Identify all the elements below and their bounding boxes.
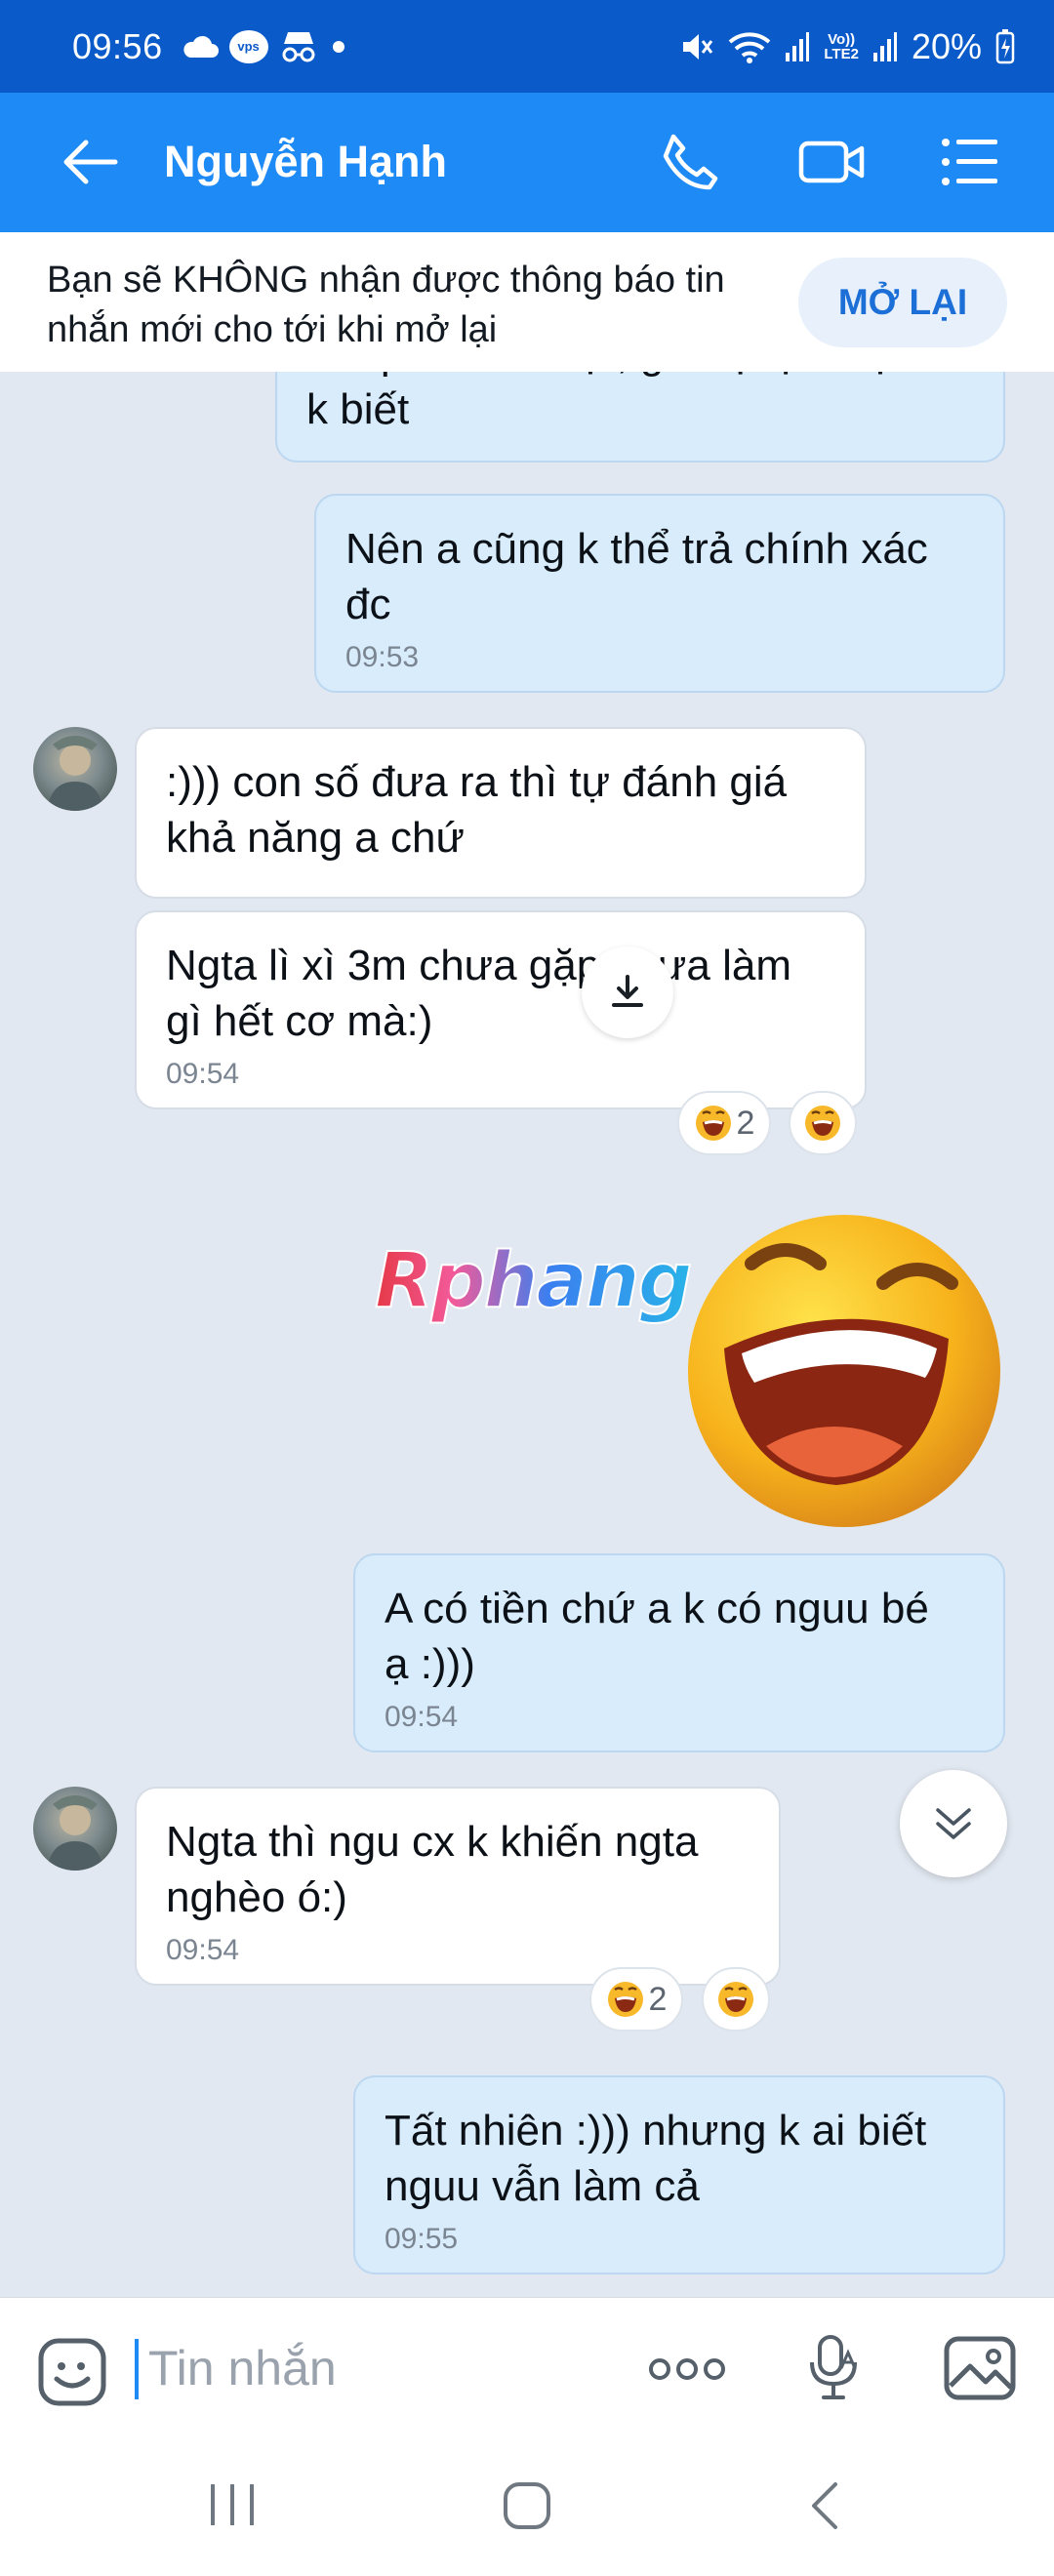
contact-name[interactable]: Nguyễn Hạnh	[164, 137, 447, 187]
reaction-count: 2	[648, 1980, 668, 2018]
mute-banner: Bạn sẽ KHÔNG nhận được thông báo tin nhắ…	[0, 232, 1054, 372]
message-input[interactable]: Tin nhắn	[142, 2337, 591, 2399]
sticker-face-icon[interactable]	[37, 2337, 107, 2407]
message-time: 09:55	[385, 2223, 459, 2255]
message-incoming[interactable]: Ngta thì ngu cx k khiến ngta nghèo ó:) 0…	[135, 1787, 781, 1986]
list-menu-icon[interactable]	[941, 137, 999, 187]
incognito-icon	[282, 31, 315, 61]
more-dots-icon[interactable]	[648, 2355, 726, 2384]
add-reaction-button[interactable]	[702, 1967, 770, 2032]
avatar-photo-icon	[47, 736, 103, 811]
contact-avatar[interactable]	[33, 727, 117, 811]
download-icon	[612, 975, 643, 1007]
message-outgoing[interactable]: Thấp thì a có lợi, giá trị dịch vụ a k b…	[275, 372, 1005, 463]
laughing-face-icon	[805, 1106, 840, 1141]
message-time: 09:54	[166, 1934, 240, 1966]
double-chevron-down-icon	[936, 1808, 971, 1839]
mute-banner-text: Bạn sẽ KHÔNG nhận được thông báo tin nhắ…	[47, 260, 725, 350]
message-outgoing[interactable]: A có tiền chứ a k có nguu bé ạ :))) 09:5…	[353, 1553, 1005, 1752]
battery-percent: 20%	[911, 25, 982, 66]
message-incoming[interactable]: Ngta lì xì 3m chưa gặp chưa làm gì hết c…	[135, 910, 867, 1109]
signal-icon	[786, 31, 810, 61]
message-time: 09:54	[166, 1058, 240, 1090]
laughing-face-sticker[interactable]	[683, 1207, 1005, 1529]
avatar-photo-icon	[47, 1795, 103, 1871]
back-arrow-icon[interactable]	[61, 138, 119, 186]
reaction-summary[interactable]: 2	[589, 1967, 683, 2032]
download-sticker-button[interactable]	[582, 946, 673, 1038]
cloud-icon	[182, 35, 219, 58]
lte-icon: Vo)) LTE2	[824, 30, 859, 62]
message-outgoing[interactable]: Nên a cũng k thể trả chính xác đc 09:53	[314, 494, 1005, 693]
image-gallery-icon[interactable]	[943, 2335, 1017, 2401]
message-list[interactable]: Thấp thì a có lợi, giá trị dịch vụ a k b…	[0, 372, 1054, 2297]
message-time: 09:53	[345, 641, 420, 673]
mute-icon	[683, 33, 713, 60]
recent-apps-icon[interactable]	[207, 2480, 258, 2529]
sticker-watermark: Rphang	[369, 1230, 694, 1347]
back-chevron-icon[interactable]	[806, 2480, 845, 2531]
phone-icon[interactable]	[660, 132, 720, 192]
home-icon[interactable]	[502, 2480, 552, 2531]
vps-icon: vps	[228, 29, 268, 63]
reaction-count: 2	[736, 1104, 755, 1142]
status-time: 09:56	[72, 25, 163, 66]
reaction-summary[interactable]: 2	[677, 1091, 771, 1155]
message-outgoing[interactable]: Tất nhiên :))) nhưng k ai biết nguu vẫn …	[353, 2075, 1005, 2274]
laughing-face-icon	[718, 1982, 753, 2017]
video-camera-icon[interactable]	[798, 136, 865, 188]
message-time: 09:54	[385, 1701, 459, 1733]
signal-2-icon	[872, 31, 897, 61]
chat-header: Nguyễn Hạnh	[0, 93, 1054, 232]
reopen-notifications-button[interactable]: MỞ LẠI	[798, 258, 1007, 347]
add-reaction-button[interactable]	[789, 1091, 857, 1155]
message-incoming[interactable]: :))) con số đưa ra thì tự đánh giá khả n…	[135, 727, 867, 899]
status-bar: 09:56 vps Vo)) LTE2 20%	[0, 0, 1054, 93]
system-nav-bar	[0, 2437, 1054, 2576]
svg-text:Rphang: Rphang	[375, 1237, 691, 1325]
laughing-face-icon	[607, 1982, 643, 2017]
voice-text-icon[interactable]	[806, 2333, 861, 2403]
message-composer: Tin nhắn	[0, 2297, 1054, 2437]
wifi-icon	[729, 31, 771, 63]
contact-avatar[interactable]	[33, 1787, 117, 1871]
dot-icon	[332, 40, 345, 53]
battery-charging-icon	[995, 28, 1015, 63]
text-cursor	[135, 2339, 139, 2399]
laughing-face-icon	[695, 1106, 731, 1141]
scroll-to-bottom-button[interactable]	[900, 1770, 1007, 1877]
